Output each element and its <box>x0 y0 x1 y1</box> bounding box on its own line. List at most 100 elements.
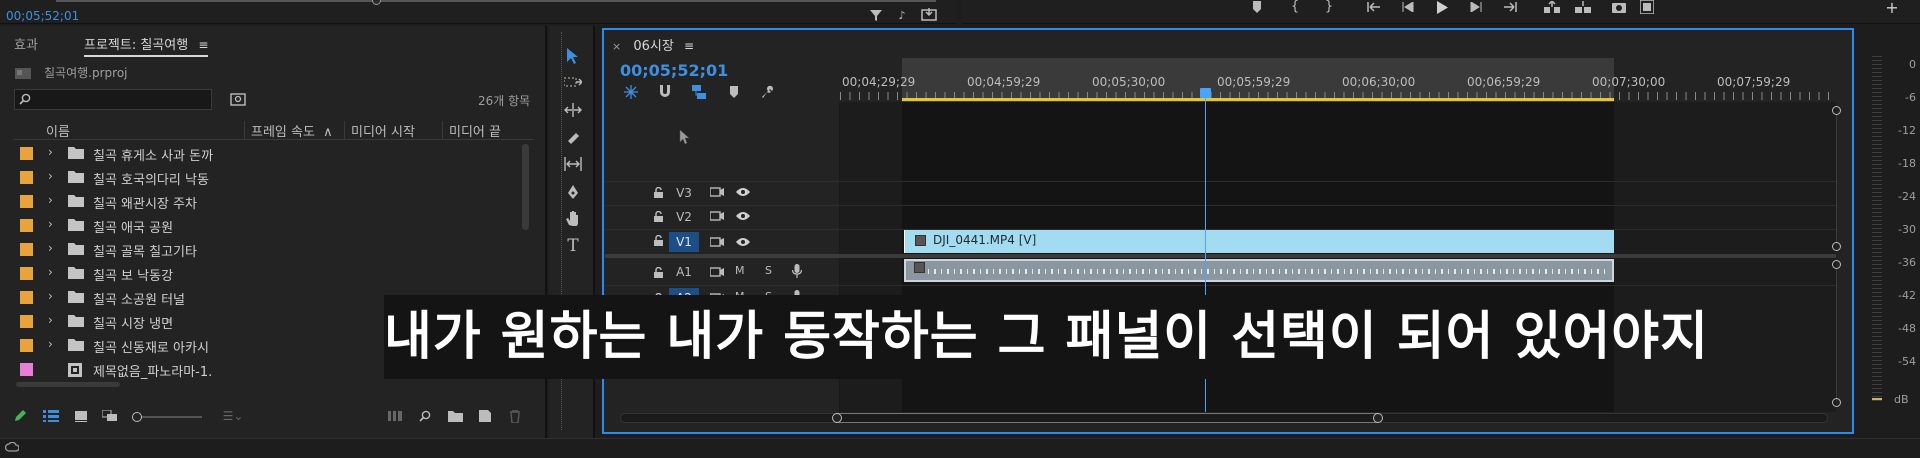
label-color-swatch[interactable] <box>20 243 33 256</box>
insert-audio-icon[interactable]: ♪ <box>893 7 911 23</box>
label-color-swatch[interactable] <box>20 195 33 208</box>
new-bin-icon[interactable] <box>446 408 464 424</box>
expand-chevron-icon[interactable]: › <box>48 169 53 183</box>
find-icon[interactable] <box>416 408 434 424</box>
search-field[interactable] <box>14 89 212 110</box>
column-media-end[interactable]: 미디어 끝 <box>442 121 501 140</box>
export-frame-icon[interactable] <box>920 6 938 22</box>
lock-icon[interactable] <box>652 185 664 199</box>
add-button-icon[interactable]: + <box>1884 0 1900 17</box>
go-to-out-icon[interactable] <box>1502 0 1518 14</box>
label-color-swatch[interactable] <box>20 291 33 304</box>
source-scrubber[interactable] <box>56 0 936 2</box>
eye-icon[interactable] <box>735 186 751 198</box>
go-to-in-icon[interactable] <box>1366 0 1382 14</box>
sort-icon[interactable]: ☰⌄ <box>220 409 246 423</box>
snap-icon[interactable] <box>656 84 674 100</box>
extract-icon[interactable] <box>1574 0 1592 14</box>
video-scroll-handle-bottom[interactable] <box>1832 242 1841 251</box>
label-color-swatch[interactable] <box>20 171 33 184</box>
expand-chevron-icon[interactable]: › <box>48 193 53 207</box>
sync-lock-icon[interactable] <box>709 210 725 222</box>
video-scroll-handle-top[interactable] <box>1832 106 1841 115</box>
step-forward-icon[interactable] <box>1468 0 1484 14</box>
new-item-icon[interactable] <box>476 408 494 424</box>
new-bin-from-search-icon[interactable] <box>228 90 248 108</box>
expand-chevron-icon[interactable]: › <box>48 337 53 351</box>
list-item[interactable]: › 칠곡 휴게소 사과 돈까 <box>12 142 524 166</box>
pen-tool-icon[interactable] <box>562 182 584 202</box>
mark-out-icon[interactable]: } <box>1323 0 1335 14</box>
track-select-tool-icon[interactable] <box>562 74 584 94</box>
nest-toggle-icon[interactable] <box>622 84 640 100</box>
expand-chevron-icon[interactable]: › <box>48 289 53 303</box>
in-out-range-bar[interactable] <box>902 98 1614 101</box>
list-item[interactable]: › 칠곡 호국의다리 낙동 <box>12 166 524 190</box>
label-color-swatch[interactable] <box>20 339 33 352</box>
panel-menu-icon[interactable]: ≡ <box>198 38 208 52</box>
lock-icon[interactable] <box>652 209 664 223</box>
list-item[interactable]: › 칠곡 왜관시장 주차 <box>12 190 524 214</box>
column-frame-rate[interactable]: 프레임 속도 ∧ <box>244 121 348 140</box>
track-label-v2[interactable]: V2 <box>669 207 699 227</box>
label-color-swatch[interactable] <box>20 363 33 376</box>
close-tab-icon[interactable]: × <box>612 40 621 53</box>
horizontal-scrollbar[interactable] <box>16 382 120 387</box>
video-scroll-track[interactable] <box>1836 115 1837 243</box>
sync-lock-icon[interactable] <box>709 266 725 278</box>
creative-cloud-icon[interactable] <box>4 440 20 454</box>
ripple-edit-tool-icon[interactable] <box>562 100 584 120</box>
clear-icon[interactable] <box>506 408 524 424</box>
eye-icon[interactable] <box>735 236 751 248</box>
mute-button[interactable]: M <box>735 264 745 277</box>
add-marker-icon[interactable] <box>1251 0 1263 14</box>
list-scrollbar[interactable] <box>522 144 529 230</box>
list-view-icon[interactable] <box>42 408 60 424</box>
label-color-swatch[interactable] <box>20 315 33 328</box>
expand-chevron-icon[interactable]: › <box>48 241 53 255</box>
timeline-menu-icon[interactable]: ≡ <box>684 39 694 53</box>
audio-scroll-track[interactable] <box>1836 269 1837 401</box>
export-frame-camera-icon[interactable] <box>1610 0 1628 14</box>
pencil-icon[interactable] <box>12 408 28 424</box>
audio-scroll-handle-bottom[interactable] <box>1832 398 1841 407</box>
timeline-zoom-handle-left[interactable] <box>832 413 842 423</box>
column-media-start[interactable]: 미디어 시작 <box>344 121 442 140</box>
track-label-a1[interactable]: A1 <box>669 262 699 282</box>
timeline-tab[interactable]: × 06시장 ≡ <box>612 35 694 54</box>
playhead-handle[interactable] <box>1200 88 1211 98</box>
list-item[interactable]: › 칠곡 애국 공원 <box>12 214 524 238</box>
label-color-swatch[interactable] <box>20 147 33 160</box>
tab-project[interactable]: 프로젝트: 칠곡여행 ≡ <box>84 34 209 57</box>
filter-icon[interactable] <box>868 7 884 23</box>
sync-lock-icon[interactable] <box>709 236 725 248</box>
slip-tool-icon[interactable] <box>562 154 584 174</box>
search-input[interactable] <box>35 91 205 108</box>
column-name[interactable]: 이름 <box>46 121 70 140</box>
audio-clip[interactable] <box>904 259 1614 282</box>
timeline-timecode[interactable]: 00;05;52;01 <box>620 61 728 80</box>
selection-tool-icon[interactable] <box>562 46 584 66</box>
wrench-icon[interactable] <box>758 84 776 100</box>
linked-selection-icon[interactable] <box>690 83 708 101</box>
razor-tool-icon[interactable] <box>562 128 584 148</box>
label-color-swatch[interactable] <box>20 267 33 280</box>
solo-button[interactable]: S <box>765 264 772 277</box>
step-back-icon[interactable] <box>1400 0 1416 14</box>
hand-tool-icon[interactable] <box>562 208 584 228</box>
zoom-slider[interactable] <box>132 412 202 422</box>
lock-icon[interactable] <box>652 265 664 279</box>
compare-icon[interactable] <box>1638 0 1656 15</box>
automate-to-sequence-icon[interactable] <box>386 409 404 423</box>
sync-lock-icon[interactable] <box>709 186 725 198</box>
icon-view-icon[interactable] <box>72 408 90 424</box>
timeline-zoom-thumb[interactable] <box>836 413 1378 423</box>
mark-in-icon[interactable]: { <box>1289 0 1301 14</box>
timeline-zoom-handle-right[interactable] <box>1373 413 1383 423</box>
track-label-v1[interactable]: V1 <box>669 232 699 252</box>
expand-chevron-icon[interactable]: › <box>48 217 53 231</box>
freeform-view-icon[interactable] <box>100 408 120 424</box>
expand-chevron-icon[interactable]: › <box>48 265 53 279</box>
expand-chevron-icon[interactable]: › <box>48 145 53 159</box>
type-tool-icon[interactable]: T <box>562 236 584 256</box>
